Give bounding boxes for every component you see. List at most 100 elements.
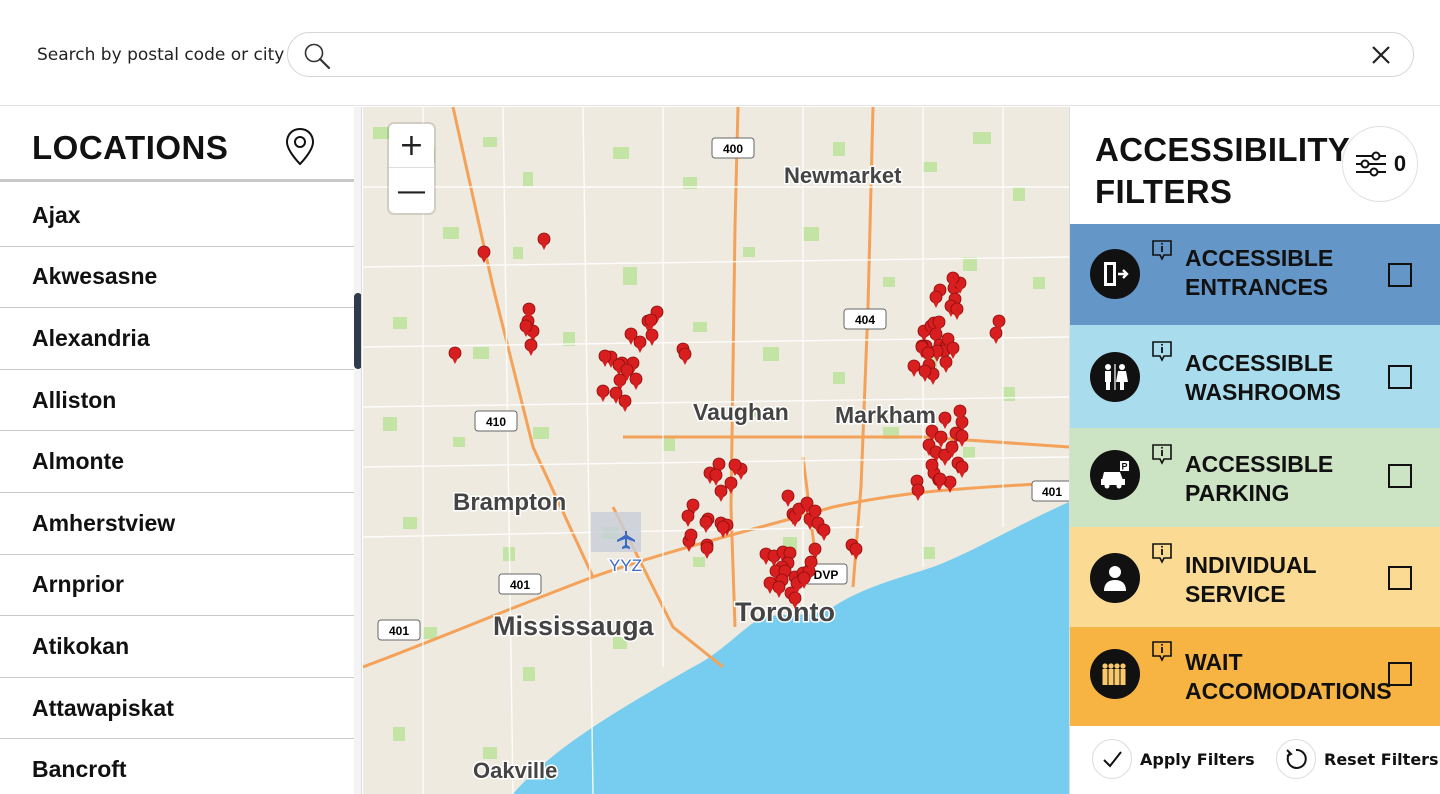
locations-scrollbar[interactable] bbox=[354, 107, 361, 794]
location-marker[interactable] bbox=[522, 302, 536, 316]
filter-checkbox[interactable] bbox=[1388, 263, 1412, 287]
location-marker[interactable] bbox=[929, 290, 943, 304]
location-marker[interactable] bbox=[686, 498, 700, 512]
location-marker[interactable] bbox=[728, 458, 742, 472]
location-item[interactable]: Akwesasne bbox=[0, 247, 354, 309]
info-icon[interactable] bbox=[1151, 542, 1173, 564]
shield-dvp: DVP bbox=[814, 568, 839, 582]
svg-text:P: P bbox=[1121, 462, 1127, 472]
filter-wait-accomodations[interactable]: WAIT ACCOMODATIONS bbox=[1070, 627, 1440, 726]
location-marker[interactable] bbox=[955, 429, 969, 443]
location-marker[interactable] bbox=[700, 541, 714, 555]
zoom-in-button[interactable]: + bbox=[389, 124, 434, 168]
location-marker[interactable] bbox=[629, 372, 643, 386]
location-marker[interactable] bbox=[681, 509, 695, 523]
location-marker[interactable] bbox=[953, 404, 967, 418]
map-pin-icon[interactable] bbox=[284, 127, 316, 167]
filter-accessible-washrooms[interactable]: ACCESSIBLE WASHROOMS bbox=[1070, 325, 1440, 428]
filter-accessible-parking[interactable]: P ACCESSIBLE PARKING bbox=[1070, 428, 1440, 527]
search-input[interactable] bbox=[348, 39, 1348, 71]
location-marker[interactable] bbox=[911, 483, 925, 497]
filter-accessible-entrances[interactable]: ACCESSIBLE ENTRANCES bbox=[1070, 224, 1440, 325]
location-marker[interactable] bbox=[921, 346, 935, 360]
filter-individual-service[interactable]: INDIVIDUAL SERVICE bbox=[1070, 527, 1440, 627]
location-marker[interactable] bbox=[945, 440, 959, 454]
location-marker[interactable] bbox=[804, 555, 818, 569]
location-marker[interactable] bbox=[932, 315, 946, 329]
info-icon[interactable] bbox=[1151, 443, 1173, 465]
location-item[interactable]: Arnprior bbox=[0, 555, 354, 617]
location-item[interactable]: Ajax bbox=[0, 185, 354, 247]
location-marker[interactable] bbox=[939, 355, 953, 369]
location-marker[interactable] bbox=[817, 523, 831, 537]
location-marker[interactable] bbox=[596, 384, 610, 398]
location-marker[interactable] bbox=[633, 335, 647, 349]
location-marker[interactable] bbox=[678, 347, 692, 361]
filter-checkbox[interactable] bbox=[1388, 464, 1412, 488]
location-marker[interactable] bbox=[808, 504, 822, 518]
close-icon[interactable] bbox=[1369, 43, 1393, 67]
location-marker[interactable] bbox=[524, 338, 538, 352]
info-icon[interactable] bbox=[1151, 340, 1173, 362]
location-marker[interactable] bbox=[788, 591, 802, 605]
location-marker[interactable] bbox=[950, 302, 964, 316]
location-marker[interactable] bbox=[537, 232, 551, 246]
location-marker[interactable] bbox=[684, 528, 698, 542]
location-marker[interactable] bbox=[781, 489, 795, 503]
location-marker[interactable] bbox=[709, 468, 723, 482]
map[interactable]: 400 404 410 401 401 401 DVP Newmarket Va… bbox=[363, 107, 1069, 794]
location-marker[interactable] bbox=[712, 457, 726, 471]
info-icon[interactable] bbox=[1151, 640, 1173, 662]
location-marker[interactable] bbox=[699, 515, 713, 529]
zoom-out-button[interactable]: — bbox=[389, 169, 434, 213]
location-item[interactable]: Atikokan bbox=[0, 616, 354, 678]
location-item[interactable]: Bancroft bbox=[0, 739, 354, 794]
filters-title-line1: ACCESSIBILITY bbox=[1095, 131, 1351, 168]
map-canvas[interactable]: 400 404 410 401 401 401 DVP Newmarket Va… bbox=[363, 107, 1069, 794]
reset-filters-button[interactable]: Reset Filters bbox=[1276, 739, 1439, 779]
search-box[interactable] bbox=[287, 32, 1414, 77]
location-marker[interactable] bbox=[946, 341, 960, 355]
scroll-thumb[interactable] bbox=[354, 293, 361, 369]
location-marker[interactable] bbox=[716, 520, 730, 534]
location-marker[interactable] bbox=[724, 476, 738, 490]
location-marker[interactable] bbox=[797, 571, 811, 585]
info-icon[interactable] bbox=[1151, 239, 1173, 261]
filter-checkbox[interactable] bbox=[1388, 566, 1412, 590]
location-marker[interactable] bbox=[938, 411, 952, 425]
location-marker[interactable] bbox=[644, 313, 658, 327]
location-marker[interactable] bbox=[946, 271, 960, 285]
active-filters-count: 0 bbox=[1393, 151, 1407, 176]
city-newmarket: Newmarket bbox=[784, 163, 902, 188]
search-icon bbox=[304, 43, 331, 70]
location-marker[interactable] bbox=[934, 430, 948, 444]
location-marker[interactable] bbox=[955, 460, 969, 474]
location-marker[interactable] bbox=[849, 542, 863, 556]
location-item[interactable]: Alexandria bbox=[0, 308, 354, 370]
filter-label-line2: SERVICE bbox=[1185, 581, 1286, 607]
filter-label-line2: ENTRANCES bbox=[1185, 274, 1329, 300]
location-marker[interactable] bbox=[598, 349, 612, 363]
location-marker[interactable] bbox=[448, 346, 462, 360]
active-filters-button[interactable]: 0 bbox=[1342, 126, 1418, 202]
location-marker[interactable] bbox=[620, 363, 634, 377]
location-marker[interactable] bbox=[519, 319, 533, 333]
filter-checkbox[interactable] bbox=[1388, 365, 1412, 389]
location-marker[interactable] bbox=[645, 328, 659, 342]
location-marker[interactable] bbox=[714, 484, 728, 498]
location-item[interactable]: Alliston bbox=[0, 370, 354, 432]
location-marker[interactable] bbox=[992, 314, 1006, 328]
location-marker[interactable] bbox=[772, 580, 786, 594]
location-marker[interactable] bbox=[925, 458, 939, 472]
location-item[interactable]: Amherstview bbox=[0, 493, 354, 555]
location-item[interactable]: Almonte bbox=[0, 431, 354, 493]
apply-filters-button[interactable]: Apply Filters bbox=[1092, 739, 1255, 779]
location-marker[interactable] bbox=[808, 542, 822, 556]
location-marker[interactable] bbox=[477, 245, 491, 259]
filter-checkbox[interactable] bbox=[1388, 662, 1412, 686]
location-marker[interactable] bbox=[933, 472, 947, 486]
location-marker[interactable] bbox=[907, 359, 921, 373]
location-item[interactable]: Attawapiskat bbox=[0, 678, 354, 740]
location-marker[interactable] bbox=[918, 364, 932, 378]
location-marker[interactable] bbox=[609, 386, 623, 400]
